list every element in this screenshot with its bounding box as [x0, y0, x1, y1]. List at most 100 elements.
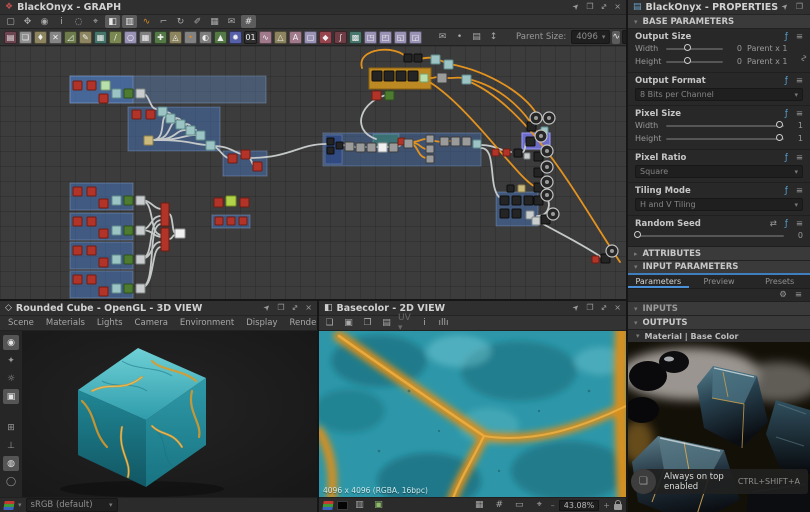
dot-tool-icon[interactable]: •	[452, 31, 467, 44]
graph-node[interactable]	[166, 114, 175, 123]
graph-node[interactable]	[492, 149, 499, 156]
gradient-node-icon[interactable]: ◿	[64, 31, 77, 44]
graph-node[interactable]	[73, 246, 82, 255]
basecolor-preview[interactable]: ❏ Always on top enabled CTRL+SHIFT+A	[628, 342, 810, 512]
graph-node[interactable]	[132, 110, 141, 119]
graph-node[interactable]	[473, 140, 481, 148]
maximize-icon[interactable]: ↔	[599, 303, 609, 313]
center-view-icon[interactable]: ⌖	[532, 499, 547, 512]
graph-node[interactable]	[327, 147, 334, 154]
options-menu-icon[interactable]: ≡	[796, 186, 803, 196]
pin-icon[interactable]: ➤	[780, 2, 790, 12]
blend-node-icon[interactable]: ♦	[34, 31, 47, 44]
copy-icon[interactable]: ❐	[360, 317, 375, 330]
text-node-icon[interactable]: A	[289, 31, 302, 44]
function-icon[interactable]: ƒ	[785, 219, 788, 229]
pin-icon[interactable]: ➤	[571, 2, 581, 12]
options-menu-icon[interactable]: ≡	[796, 109, 803, 119]
curve2-node-icon[interactable]: ∫	[334, 31, 347, 44]
graph-node[interactable]	[176, 120, 185, 129]
environment-tool-icon[interactable]: ☼	[3, 371, 19, 386]
colorspace-select[interactable]: sRGB (default)▾	[26, 498, 118, 512]
float-icon[interactable]: ❐	[586, 3, 593, 11]
wireframe-view-icon[interactable]: ◯	[3, 474, 19, 489]
tab-preview[interactable]: Preview	[689, 275, 750, 288]
frame-all-icon[interactable]: ▢	[3, 15, 18, 28]
tab-parameters[interactable]: Parameters	[628, 275, 689, 288]
graph-node[interactable]	[136, 226, 145, 235]
warning-node-icon[interactable]: △	[274, 31, 287, 44]
comment-icon[interactable]: ✉	[224, 15, 239, 28]
dot-node-icon[interactable]: •	[184, 31, 197, 44]
output-gray-node-icon[interactable]: ◲	[409, 31, 422, 44]
fit-image-icon[interactable]: ▤	[379, 317, 394, 330]
graph-node[interactable]	[228, 154, 237, 163]
graph-node[interactable]	[385, 91, 394, 100]
graph-node[interactable]	[414, 54, 422, 62]
comment-tool-icon[interactable]: ✉	[435, 31, 450, 44]
thumbnails-icon[interactable]: ▦	[207, 15, 222, 28]
graph-node[interactable]	[345, 142, 354, 151]
value-node-icon[interactable]: 01	[244, 31, 257, 44]
ao-node-icon[interactable]: ◬	[169, 31, 182, 44]
grid-toggle-icon[interactable]: ▦	[472, 499, 487, 512]
graph-node[interactable]	[99, 94, 108, 103]
graph-node[interactable]	[73, 275, 82, 284]
info-icon[interactable]: i	[54, 15, 69, 28]
shape-node-icon[interactable]: ○	[124, 31, 137, 44]
light-tool-icon[interactable]: ✦	[3, 353, 19, 368]
section-input-parameters[interactable]: ▾ INPUT PARAMETERS	[628, 261, 810, 275]
tab-presets[interactable]: Presets	[749, 275, 810, 288]
section-outputs[interactable]: ▾ OUTPUTS	[628, 316, 810, 330]
link-size-icon[interactable]: ∿	[612, 31, 620, 44]
graph-node[interactable]	[226, 196, 236, 206]
transform-node-icon[interactable]: ▦	[139, 31, 152, 44]
graph-node[interactable]	[526, 137, 535, 146]
pattern-node-icon[interactable]: ▩	[349, 31, 362, 44]
graph-node[interactable]	[592, 256, 599, 263]
graph-node[interactable]	[112, 89, 121, 98]
function-icon[interactable]: ƒ	[785, 153, 788, 163]
graph-node[interactable]	[240, 198, 249, 207]
parent-size-width-select[interactable]: 4096▾	[571, 30, 610, 44]
frame-toggle-icon[interactable]: ▭	[512, 499, 527, 512]
graph-node[interactable]	[161, 228, 169, 251]
material-link-icon[interactable]: ∿	[139, 15, 154, 28]
graph-node[interactable]	[500, 209, 509, 218]
graph-node[interactable]	[175, 229, 185, 238]
zoom-in-icon[interactable]: +	[603, 501, 610, 510]
graph-node[interactable]	[336, 142, 343, 149]
parent-size-height-select[interactable]: 4096▾	[622, 30, 626, 44]
graph-node[interactable]	[378, 143, 387, 152]
pixel-width-value[interactable]: 1	[789, 121, 803, 130]
grid-snap-icon[interactable]: #	[241, 15, 256, 28]
select-node-icon[interactable]: ▢	[304, 31, 317, 44]
graph-node[interactable]	[253, 162, 262, 171]
graph-node[interactable]	[161, 203, 169, 226]
fx-map-node-icon[interactable]: ◆	[319, 31, 332, 44]
zoom-icon[interactable]: ◌	[71, 15, 86, 28]
camera-tool-icon[interactable]: ◉	[3, 335, 19, 350]
zoom-out-icon[interactable]: –	[551, 501, 555, 510]
graph-node[interactable]	[524, 196, 533, 205]
width-slider[interactable]	[666, 48, 723, 50]
gear-icon[interactable]: ⚙	[779, 290, 787, 300]
graph-node[interactable]	[372, 71, 382, 81]
graph-node[interactable]	[214, 198, 223, 207]
maximize-icon[interactable]: ↔	[599, 2, 609, 12]
tile-sampler-node-icon[interactable]: ▦	[94, 31, 107, 44]
color-management-icon[interactable]	[3, 501, 14, 510]
options-menu-icon[interactable]: ≡	[796, 219, 803, 229]
slope-blur-node-icon[interactable]: /	[109, 31, 122, 44]
graph-node[interactable]	[99, 199, 108, 208]
graph-node[interactable]	[356, 143, 365, 152]
graph-node[interactable]	[112, 196, 121, 205]
basecolor-texture-view[interactable]: 4096 x 4096 (RGBA, 16bpc)	[319, 331, 626, 497]
noise-node-icon[interactable]: ∿	[259, 31, 272, 44]
auto-update-icon[interactable]: ↻	[173, 15, 188, 28]
graph-node[interactable]	[444, 60, 453, 69]
gradient-map-node-icon[interactable]: ◐	[199, 31, 212, 44]
graph-node[interactable]	[372, 91, 381, 100]
menu-environment[interactable]: Environment	[180, 318, 234, 328]
graph-node[interactable]	[404, 139, 413, 148]
